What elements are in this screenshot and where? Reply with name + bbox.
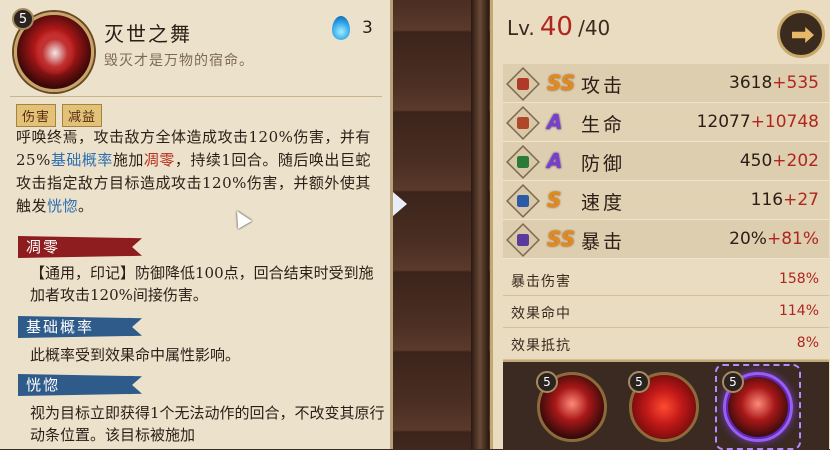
- share-icon: [792, 27, 814, 43]
- ghost-fire-icon: [332, 16, 350, 40]
- section-text-wither: 【通用，印记】防御降低100点，回合结束时受到施加者攻击120%间接伤害。: [30, 264, 374, 304]
- stat-base: 20%: [729, 229, 767, 249]
- stat-bonus: +535: [772, 73, 819, 93]
- sub-stat-name: 暴击伤害: [511, 274, 571, 290]
- skill-level-badge: 5: [722, 371, 744, 393]
- sub-stat-row: 效果抵抗 8%: [503, 328, 829, 360]
- stat-base: 12077: [696, 112, 751, 132]
- desc-text: 施加: [112, 151, 144, 169]
- stat-value: 3618+535: [729, 73, 819, 93]
- stat-value: 450+202: [740, 151, 819, 171]
- sub-stat-name: 效果抵抗: [511, 338, 571, 354]
- sub-stat-row: 效果命中 114%: [503, 296, 829, 328]
- main-stats: SS 攻击 3618+535 A 生命 12077+10748 A 防御 450…: [503, 64, 829, 259]
- keyword-daze[interactable]: 恍惚: [47, 197, 78, 215]
- level-current: 40: [539, 12, 573, 42]
- stat-value: 116+27: [751, 190, 819, 210]
- defense-icon: [506, 145, 540, 179]
- crit-icon: [506, 223, 540, 257]
- skill-selector-bar: 5 5 5: [503, 360, 829, 450]
- wooden-post: [471, 0, 489, 449]
- skill-tags: 伤害 减益: [16, 104, 103, 127]
- section-text-daze: 视为目标立即获得1个无法动作的回合，不改变其原行动条位置。该目标被施加: [30, 404, 385, 444]
- stat-base: 116: [750, 190, 784, 210]
- skill-detail-panel: 5 灭世之舞 毁灭才是万物的宿命。 3 伤害 减益 呼唤终焉，攻击敌方全体造成攻…: [0, 0, 393, 449]
- sub-stats: 暴击伤害 158% 效果命中 114% 效果抵抗 8%: [503, 264, 829, 360]
- stat-bonus: +27: [783, 190, 819, 210]
- keyword-wither[interactable]: 凋零: [144, 151, 175, 169]
- section-title-daze: 恍惚: [18, 374, 142, 396]
- stat-row-attack: SS 攻击 3618+535: [503, 64, 829, 103]
- stat-grade: SS: [547, 227, 576, 251]
- skill-art-icon: [35, 31, 75, 75]
- skill-level-badge: 5: [628, 371, 650, 393]
- stat-value: 20%+81%: [729, 229, 819, 249]
- stat-grade: A: [547, 110, 563, 134]
- section-title-base-chance: 基础概率: [18, 316, 142, 338]
- skill-level-badge: 5: [12, 8, 34, 30]
- sub-stat-name: 效果命中: [511, 306, 571, 322]
- stat-bonus: +10748: [750, 112, 819, 132]
- share-button[interactable]: [777, 10, 825, 58]
- skill-header: 5 灭世之舞 毁灭才是万物的宿命。 3: [8, 6, 388, 96]
- desc-text: 。: [78, 197, 94, 215]
- hp-icon: [506, 106, 540, 140]
- skill-3-icon[interactable]: 5: [722, 371, 793, 442]
- stat-grade: A: [547, 149, 563, 173]
- skill-level-badge: 5: [536, 371, 558, 393]
- stat-name: 速度: [581, 192, 626, 214]
- keyword-base-chance[interactable]: 基础概率: [51, 151, 113, 169]
- character-stats-panel: Lv. 40 /40 SS 攻击 3618+535 A 生命 12077+107…: [490, 0, 830, 450]
- speed-icon: [506, 184, 540, 218]
- stat-name: 生命: [581, 114, 626, 136]
- skill-cost: 3: [362, 18, 373, 38]
- skill-1-icon[interactable]: 5: [536, 371, 607, 442]
- section-title-wither: 凋零: [18, 236, 142, 258]
- stat-row-crit: SS 暴击 20%+81%: [503, 220, 829, 259]
- stat-base: 3618: [729, 73, 773, 93]
- stat-bonus: +202: [772, 151, 819, 171]
- level-display: Lv. 40 /40: [507, 12, 610, 42]
- sub-stat-value: 8%: [796, 335, 819, 351]
- stat-row-defense: A 防御 450+202: [503, 142, 829, 181]
- skill-quote: 毁灭才是万物的宿命。: [104, 53, 254, 69]
- stat-name: 防御: [581, 153, 626, 175]
- stat-grade: S: [547, 188, 562, 212]
- level-max: /40: [578, 16, 611, 40]
- sub-stat-value: 158%: [778, 271, 819, 287]
- divider: [10, 96, 382, 97]
- tag-debuff: 减益: [62, 104, 103, 127]
- section-text-base-chance: 此概率受到效果命中属性影响。: [30, 346, 241, 364]
- skill-name: 灭世之舞: [104, 22, 192, 46]
- skill-description: 呼唤终焉，攻击敌方全体造成攻击120%伤害，并有25%基础概率施加凋零，持续1回…: [16, 126, 386, 218]
- stat-row-speed: S 速度 116+27: [503, 181, 829, 220]
- stat-bonus: +81%: [766, 229, 819, 249]
- background-scene: [393, 0, 490, 449]
- collapse-arrow-icon[interactable]: [393, 192, 407, 216]
- stat-grade: SS: [547, 71, 576, 95]
- attack-icon: [506, 67, 540, 101]
- stat-base: 450: [739, 151, 773, 171]
- tag-damage: 伤害: [16, 104, 57, 127]
- stat-row-hp: A 生命 12077+10748: [503, 103, 829, 142]
- sub-stat-row: 暴击伤害 158%: [503, 264, 829, 296]
- skill-2-icon[interactable]: 5: [628, 371, 699, 442]
- stat-value: 12077+10748: [697, 112, 819, 132]
- stat-name: 暴击: [581, 231, 626, 253]
- level-label: Lv.: [507, 16, 535, 40]
- stat-name: 攻击: [581, 75, 626, 97]
- sub-stat-value: 114%: [778, 303, 819, 319]
